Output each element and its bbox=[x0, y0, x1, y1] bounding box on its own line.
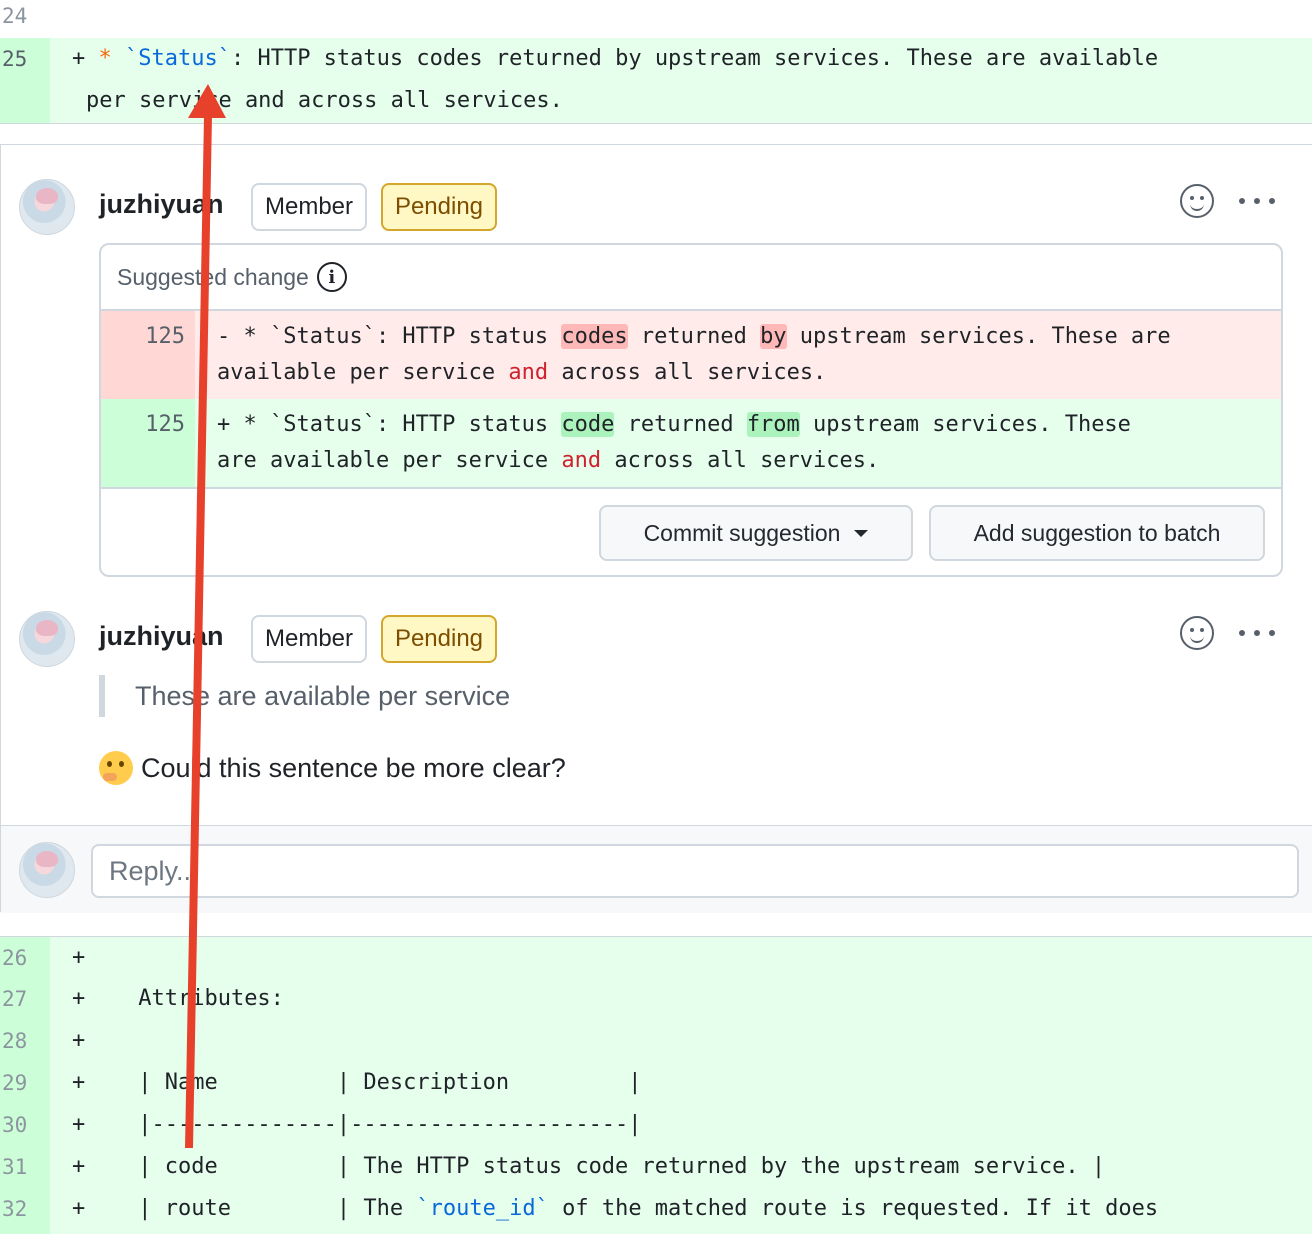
line-number[interactable]: 25 bbox=[0, 38, 50, 123]
line-number[interactable]: 30 bbox=[0, 1104, 50, 1146]
suggested-change-box: Suggested change i 125 - * `Status`: HTT… bbox=[99, 243, 1283, 577]
pending-badge: Pending bbox=[381, 183, 497, 231]
diff-code: + bbox=[72, 1028, 86, 1053]
member-badge: Member bbox=[251, 615, 367, 663]
avatar[interactable] bbox=[19, 611, 75, 667]
diff-line-30: 30 + |--------------|-------------------… bbox=[0, 1104, 1312, 1146]
member-badge: Member bbox=[251, 183, 367, 231]
diff-code: + Attributes: bbox=[72, 986, 284, 1011]
diff-line-28: 28 + bbox=[0, 1020, 1312, 1062]
deleted-code: - * `Status`: HTTP status codes returned… bbox=[217, 324, 1171, 385]
pending-badge: Pending bbox=[381, 615, 497, 663]
diff-code: + * `Status`: HTTP status codes returned… bbox=[72, 46, 1159, 71]
thinking-face-icon bbox=[99, 751, 133, 785]
comment-author[interactable]: juzhiyuan bbox=[99, 189, 224, 220]
line-number[interactable]: 26 bbox=[0, 937, 50, 978]
comment-text: Could this sentence be more clear? bbox=[141, 752, 566, 783]
comment-author[interactable]: juzhiyuan bbox=[99, 621, 224, 652]
kebab-icon[interactable] bbox=[1239, 628, 1275, 638]
line-number[interactable]: 28 bbox=[0, 1020, 50, 1062]
diff-line-27: 27 + Attributes: bbox=[0, 978, 1312, 1020]
avatar[interactable] bbox=[19, 179, 75, 235]
diff-line-26: 26 + bbox=[0, 936, 1312, 978]
line-number: 125 bbox=[101, 311, 195, 399]
diff-line-25: 25 + * `Status`: HTTP status codes retur… bbox=[0, 38, 1312, 124]
suggestion-added-line: 125 + * `Status`: HTTP status code retur… bbox=[101, 399, 1281, 487]
suggested-change-header: Suggested change i bbox=[101, 245, 1281, 311]
line-number[interactable]: 31 bbox=[0, 1146, 50, 1188]
caret-down-icon bbox=[854, 529, 869, 537]
added-code: + * `Status`: HTTP status code returned … bbox=[217, 412, 1131, 473]
diff-line-24: 24 bbox=[0, 0, 1312, 38]
diff-code: + bbox=[72, 945, 86, 970]
reply-area: Reply... bbox=[1, 825, 1312, 913]
diff-code: + | route | The `route_id` of the matche… bbox=[72, 1196, 1159, 1221]
line-number: 125 bbox=[101, 399, 195, 487]
suggestion-deleted-line: 125 - * `Status`: HTTP status codes retu… bbox=[101, 311, 1281, 399]
line-number[interactable]: 32 bbox=[0, 1188, 50, 1234]
avatar bbox=[19, 842, 75, 898]
smiley-icon[interactable] bbox=[1180, 616, 1214, 650]
line-number[interactable]: 27 bbox=[0, 978, 50, 1020]
quoted-text: These are available per service bbox=[99, 675, 510, 717]
diff-code: + | Name | Description | bbox=[72, 1070, 642, 1095]
review-thread: juzhiyuan Member Pending Suggested chang… bbox=[0, 144, 1312, 913]
diff-code: + |--------------|---------------------| bbox=[72, 1112, 642, 1137]
add-suggestion-to-batch-button[interactable]: Add suggestion to batch bbox=[929, 505, 1265, 561]
suggested-change-label: Suggested change bbox=[117, 263, 309, 290]
line-number[interactable]: 24 bbox=[0, 0, 50, 38]
line-number[interactable]: 29 bbox=[0, 1062, 50, 1104]
kebab-icon[interactable] bbox=[1239, 196, 1275, 206]
reply-input[interactable]: Reply... bbox=[91, 844, 1299, 898]
diff-code: + | code | The HTTP status code returned… bbox=[72, 1154, 1106, 1179]
diff-line-31: 31 + | code | The HTTP status code retur… bbox=[0, 1146, 1312, 1188]
diff-line-32: 32 + | route | The `route_id` of the mat… bbox=[0, 1188, 1312, 1234]
suggestion-actions: Commit suggestion Add suggestion to batc… bbox=[101, 487, 1281, 575]
smiley-icon[interactable] bbox=[1180, 184, 1214, 218]
diff-code-continuation: per service and across all services. bbox=[86, 88, 563, 113]
diff-line-29: 29 + | Name | Description | bbox=[0, 1062, 1312, 1104]
info-icon[interactable]: i bbox=[316, 262, 347, 292]
commit-suggestion-button[interactable]: Commit suggestion bbox=[599, 505, 913, 561]
comment-body: Could this sentence be more clear? bbox=[99, 751, 566, 785]
